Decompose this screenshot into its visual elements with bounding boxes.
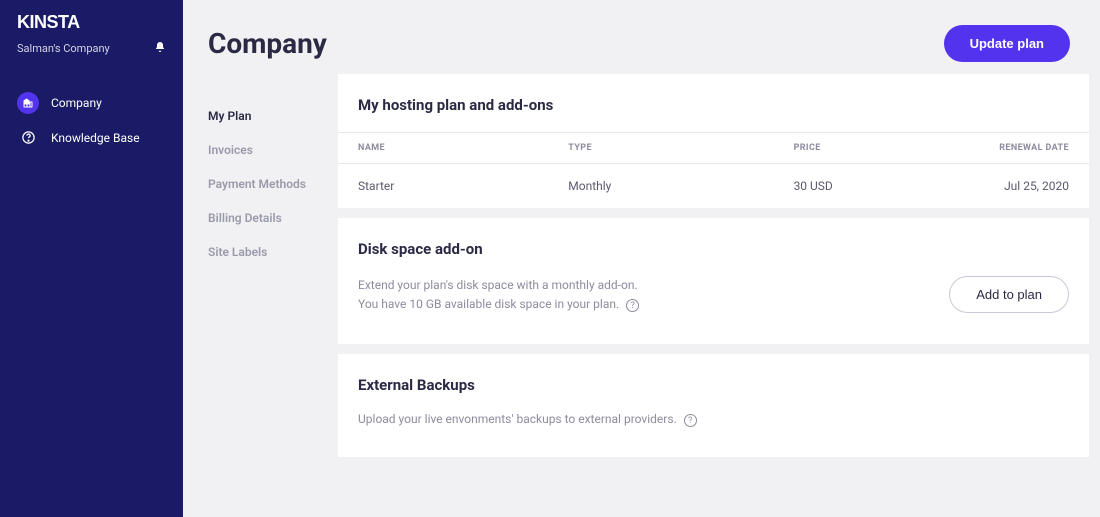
company-name: Salman's Company <box>17 42 110 55</box>
hosting-plan-table: NAME TYPE PRICE RENEWAL DATE Starter Mon… <box>338 132 1089 208</box>
add-to-plan-button[interactable]: Add to plan <box>949 276 1069 313</box>
subnav: My Plan Invoices Payment Methods Billing… <box>208 74 318 467</box>
table-row: Starter Monthly 30 USD Jul 25, 2020 <box>338 164 1089 209</box>
disk-addon-description: Extend your plan's disk space with a mon… <box>358 276 639 314</box>
page-title: Company <box>208 27 327 60</box>
subnav-my-plan[interactable]: My Plan <box>208 99 318 133</box>
disk-addon-title: Disk space add-on <box>338 218 1089 276</box>
cell-price: 30 USD <box>774 164 939 209</box>
sidebar-item-label: Company <box>51 96 102 110</box>
col-renewal: RENEWAL DATE <box>939 133 1089 164</box>
disk-addon-card: Disk space add-on Extend your plan's dis… <box>338 218 1089 344</box>
info-icon[interactable]: ? <box>684 414 697 427</box>
external-backups-card: External Backups Upload your live envonm… <box>338 354 1089 457</box>
external-backups-title: External Backups <box>338 354 1089 412</box>
hosting-plan-card: My hosting plan and add-ons NAME TYPE PR… <box>338 74 1089 208</box>
sidebar-item-company[interactable]: Company <box>0 84 183 122</box>
col-name: NAME <box>338 133 548 164</box>
hosting-plan-title: My hosting plan and add-ons <box>338 74 1089 132</box>
cell-type: Monthly <box>548 164 773 209</box>
update-plan-button[interactable]: Update plan <box>944 25 1070 62</box>
col-type: TYPE <box>548 133 773 164</box>
company-icon <box>17 92 39 114</box>
panels: My hosting plan and add-ons NAME TYPE PR… <box>338 74 1089 467</box>
bell-icon[interactable] <box>154 41 166 56</box>
sidebar-item-knowledge-base[interactable]: Knowledge Base <box>0 122 183 153</box>
info-icon[interactable]: ? <box>626 299 639 312</box>
question-circle-icon <box>17 130 39 145</box>
sidebar: KINSTA Salman's Company Company Knowledg… <box>0 0 183 517</box>
cell-name: Starter <box>338 164 548 209</box>
cell-renewal: Jul 25, 2020 <box>939 164 1089 209</box>
page-header: Company Update plan <box>183 0 1100 74</box>
subnav-site-labels[interactable]: Site Labels <box>208 235 318 269</box>
brand-logo: KINSTA <box>0 12 183 41</box>
subnav-invoices[interactable]: Invoices <box>208 133 318 167</box>
main-content: Company Update plan My Plan Invoices Pay… <box>183 0 1100 517</box>
col-price: PRICE <box>774 133 939 164</box>
subnav-payment-methods[interactable]: Payment Methods <box>208 167 318 201</box>
external-backups-description: Upload your live envonments' backups to … <box>338 412 1089 457</box>
subnav-billing-details[interactable]: Billing Details <box>208 201 318 235</box>
company-selector[interactable]: Salman's Company <box>0 41 183 84</box>
sidebar-item-label: Knowledge Base <box>51 131 140 145</box>
